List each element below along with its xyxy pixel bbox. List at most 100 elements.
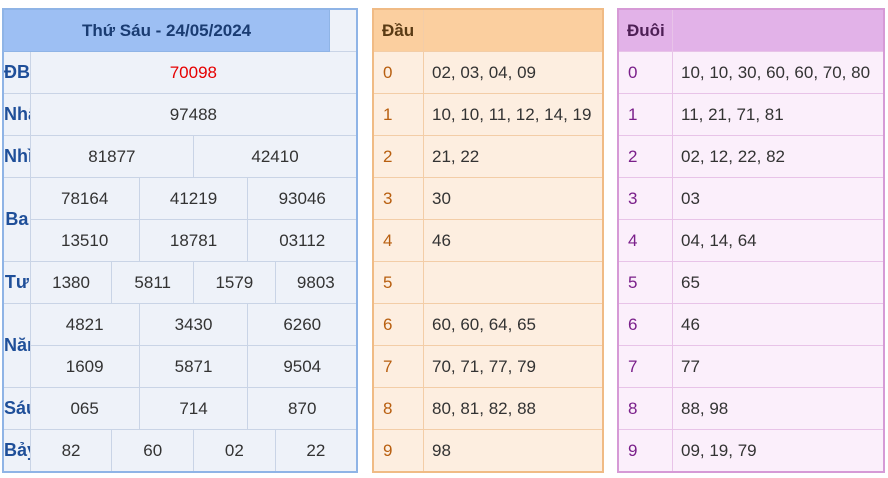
prize-label-nhat: Nhất [2, 93, 31, 136]
prize-row-bay: Bảy 82 60 02 22 [2, 429, 358, 473]
prize-value: 714 [138, 387, 249, 430]
prize-value: 6260 [247, 303, 358, 346]
special-prize-value: 70098 [29, 51, 358, 94]
prize-label-tu: Tư [2, 261, 31, 304]
prize-row-nhat: Nhất 97488 [2, 93, 358, 136]
duoi-row: 1 11, 21, 71, 81 [617, 93, 885, 136]
dau-value: 98 [423, 429, 604, 473]
prize-label-db: ĐB [2, 51, 31, 94]
prize-value: 1579 [193, 261, 276, 304]
prize-value: 9803 [274, 261, 358, 304]
dau-header: Đầu [372, 8, 424, 52]
dau-row: 2 21, 22 [372, 135, 604, 178]
duoi-row: 6 46 [617, 303, 885, 346]
duoi-key: 6 [617, 303, 673, 346]
prize-value: 93046 [247, 177, 358, 220]
dau-key: 6 [372, 303, 424, 346]
duoi-key: 0 [617, 51, 673, 94]
prize-value: 870 [247, 387, 358, 430]
dau-key: 3 [372, 177, 424, 220]
duoi-value: 03 [672, 177, 885, 220]
duoi-row: 8 88, 98 [617, 387, 885, 430]
dau-key: 0 [372, 51, 424, 94]
duoi-value: 02, 12, 22, 82 [672, 135, 885, 178]
prize-value: 81877 [29, 135, 195, 178]
prize-row-nam-2: 1609 5871 9504 [3, 345, 358, 388]
dau-row: 0 02, 03, 04, 09 [372, 51, 604, 94]
prize-row-db: ĐB 70098 [2, 51, 358, 94]
duoi-key: 8 [617, 387, 673, 430]
dau-table: Đầu 0 02, 03, 04, 09 1 10, 10, 11, 12, 14,… [372, 8, 604, 473]
dau-header-values [423, 8, 604, 52]
prize-row-ba: Ba 78164 41219 93046 [2, 177, 358, 262]
dau-key: 9 [372, 429, 424, 473]
results-title: Thứ Sáu - 24/05/2024 [2, 8, 331, 52]
prize-value: 02 [193, 429, 276, 473]
dau-row: 5 [372, 261, 604, 304]
prize-label-nam: Năm [2, 303, 31, 388]
duoi-value: 04, 14, 64 [672, 219, 885, 262]
duoi-value: 65 [672, 261, 885, 304]
prize-row-ba-2: 13510 18781 03112 [3, 219, 358, 262]
duoi-row: 3 03 [617, 177, 885, 220]
duoi-value: 46 [672, 303, 885, 346]
prize-value: 5811 [111, 261, 195, 304]
duoi-header-values [672, 8, 885, 52]
dau-value: 70, 71, 77, 79 [423, 345, 604, 388]
prize-value: 5871 [138, 345, 249, 388]
duoi-row: 5 65 [617, 261, 885, 304]
prize-value: 03112 [247, 219, 358, 262]
dau-key: 5 [372, 261, 424, 304]
dau-key: 7 [372, 345, 424, 388]
duoi-header: Đuôi [617, 8, 673, 52]
prize-label-sau: Sáu [2, 387, 31, 430]
duoi-value: 10, 10, 30, 60, 60, 70, 80 [672, 51, 885, 94]
dau-value: 21, 22 [423, 135, 604, 178]
prize-value: 3430 [138, 303, 249, 346]
prize-value: 22 [274, 429, 358, 473]
duoi-key: 5 [617, 261, 673, 304]
dau-value: 80, 81, 82, 88 [423, 387, 604, 430]
dau-row: 7 70, 71, 77, 79 [372, 345, 604, 388]
prize-label-bay: Bảy [2, 429, 31, 473]
results-table: Thứ Sáu - 24/05/2024 ĐB 70098 Nhất 97488… [2, 8, 358, 473]
prize-row-tu: Tư 1380 5811 1579 9803 [2, 261, 358, 304]
duoi-key: 1 [617, 93, 673, 136]
dau-value: 46 [423, 219, 604, 262]
prize-label-ba: Ba [2, 177, 31, 262]
duoi-value: 88, 98 [672, 387, 885, 430]
dau-key: 8 [372, 387, 424, 430]
duoi-key: 3 [617, 177, 673, 220]
prize-value: 78164 [29, 177, 140, 220]
prize-value: 4821 [29, 303, 140, 346]
prize-value: 1380 [29, 261, 113, 304]
prize-row-sau: Sáu 065 714 870 [2, 387, 358, 430]
duoi-key: 7 [617, 345, 673, 388]
dau-value: 02, 03, 04, 09 [423, 51, 604, 94]
dau-key: 2 [372, 135, 424, 178]
dau-value: 60, 60, 64, 65 [423, 303, 604, 346]
duoi-value: 09, 19, 79 [672, 429, 885, 473]
duoi-key: 2 [617, 135, 673, 178]
duoi-key: 4 [617, 219, 673, 262]
prize-value: 41219 [138, 177, 249, 220]
dau-key: 1 [372, 93, 424, 136]
dau-value: 30 [423, 177, 604, 220]
prize-value: 1609 [29, 345, 140, 388]
prize-label-nhi: Nhì [2, 135, 31, 178]
dau-row: 1 10, 10, 11, 12, 14, 19 [372, 93, 604, 136]
duoi-row: 7 77 [617, 345, 885, 388]
duoi-value: 77 [672, 345, 885, 388]
prize-value: 13510 [29, 219, 140, 262]
dau-row: 6 60, 60, 64, 65 [372, 303, 604, 346]
prize-value: 97488 [29, 93, 358, 136]
prize-value: 065 [29, 387, 140, 430]
dau-row: 8 80, 81, 82, 88 [372, 387, 604, 430]
prize-value: 42410 [193, 135, 358, 178]
dau-row: 9 98 [372, 429, 604, 473]
duoi-key: 9 [617, 429, 673, 473]
duoi-row: 9 09, 19, 79 [617, 429, 885, 473]
prize-row-nhi: Nhì 81877 42410 [2, 135, 358, 178]
duoi-row: 0 10, 10, 30, 60, 60, 70, 80 [617, 51, 885, 94]
duoi-table: Đuôi 0 10, 10, 30, 60, 60, 70, 80 1 11, 21… [617, 8, 885, 473]
